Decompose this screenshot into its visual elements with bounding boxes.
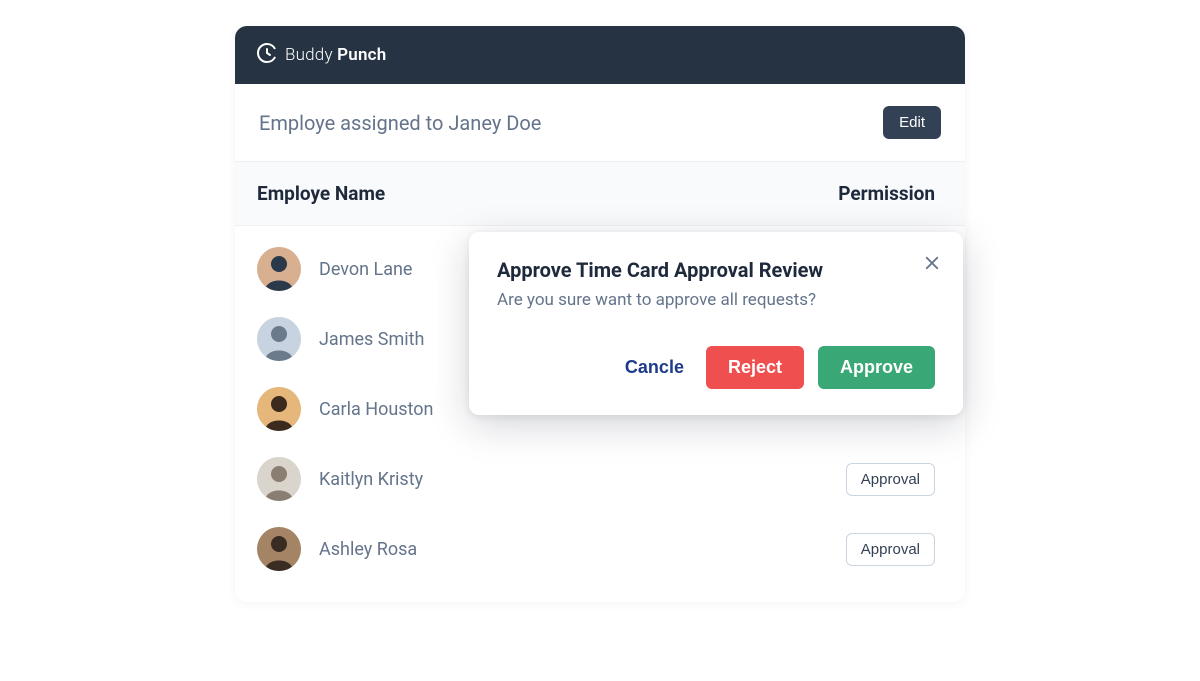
table-row: Kaitlyn Kristy Approval xyxy=(235,444,965,514)
approve-dialog: Approve Time Card Approval Review Are yo… xyxy=(469,232,963,415)
title-bar: Employe assigned to Janey Doe Edit xyxy=(235,84,965,162)
row-left: Carla Houston xyxy=(257,387,433,431)
clock-icon xyxy=(255,41,279,69)
approval-button[interactable]: Approval xyxy=(846,533,935,566)
avatar xyxy=(257,247,301,291)
close-icon xyxy=(923,260,941,275)
employee-name: Kaitlyn Kristy xyxy=(319,469,423,490)
row-left: James Smith xyxy=(257,317,424,361)
cancel-button[interactable]: Cancle xyxy=(617,347,692,388)
brand-logo: Buddy Punch xyxy=(255,41,386,69)
employee-name: Ashley Rosa xyxy=(319,539,417,560)
employee-name: James Smith xyxy=(319,329,424,350)
dialog-close-button[interactable] xyxy=(919,250,945,279)
table-header: Employe Name Permission xyxy=(235,162,965,226)
dialog-body: Are you sure want to approve all request… xyxy=(497,290,935,310)
employee-name: Carla Houston xyxy=(319,399,433,420)
page-title: Employe assigned to Janey Doe xyxy=(259,111,541,135)
avatar xyxy=(257,527,301,571)
brand-name: Buddy Punch xyxy=(285,45,386,65)
avatar xyxy=(257,317,301,361)
dialog-title: Approve Time Card Approval Review xyxy=(497,258,935,282)
dialog-actions: Cancle Reject Approve xyxy=(497,346,935,389)
col-header-permission: Permission xyxy=(838,182,935,205)
employee-name: Devon Lane xyxy=(319,259,412,280)
app-header: Buddy Punch xyxy=(235,26,965,84)
row-left: Devon Lane xyxy=(257,247,412,291)
row-left: Ashley Rosa xyxy=(257,527,417,571)
col-header-name: Employe Name xyxy=(257,182,385,205)
table-row: Ashley Rosa Approval xyxy=(235,514,965,584)
reject-button[interactable]: Reject xyxy=(706,346,804,389)
row-left: Kaitlyn Kristy xyxy=(257,457,423,501)
approve-button[interactable]: Approve xyxy=(818,346,935,389)
avatar xyxy=(257,457,301,501)
edit-button[interactable]: Edit xyxy=(883,106,941,139)
approval-button[interactable]: Approval xyxy=(846,463,935,496)
avatar xyxy=(257,387,301,431)
